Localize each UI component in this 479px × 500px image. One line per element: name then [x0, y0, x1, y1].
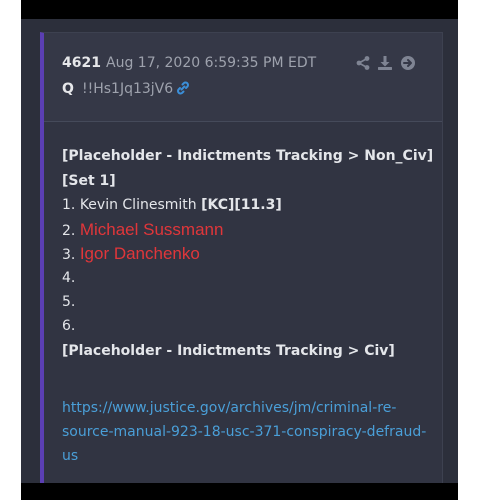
item-number: 4. [62, 270, 76, 286]
justice-gov-link[interactable]: https://www.justice.gov/archives/jm/crim… [62, 396, 432, 468]
list-item: 2. Michael Sussmann [62, 220, 223, 240]
post-number[interactable]: 4621 [62, 55, 101, 71]
download-icon[interactable] [377, 55, 393, 75]
heading-non-civ: [Placeholder - Indictments Tracking > No… [62, 148, 434, 164]
list-item: 5. [62, 294, 75, 310]
item-number: 3. [62, 247, 76, 263]
list-item: 3. Igor Danchenko [62, 244, 200, 264]
item-name-highlighted: Igor Danchenko [79, 244, 200, 263]
item-number: 2. [62, 223, 76, 239]
post-timestamp: Aug 17, 2020 6:59:35 PM EDT [106, 55, 317, 71]
item-number: 6. [62, 318, 76, 334]
screenshot-frame: 4621 Aug 17, 2020 6:59:35 PM EDT Q !!Hs1… [21, 0, 458, 500]
post-tripcode: !!Hs1Jq13jV6 [82, 81, 174, 97]
link-line[interactable]: https://www.justice.gov/archives/jm/crim… [62, 396, 432, 420]
list-item: 1. Kevin Clinesmith [KC][11.3] [62, 197, 282, 213]
item-tag: [KC][11.3] [201, 197, 282, 213]
post-header: 4621 Aug 17, 2020 6:59:35 PM EDT Q !!Hs1… [44, 33, 442, 122]
bottom-black-bar [21, 483, 458, 500]
list-item: 4. [62, 270, 75, 286]
link-line[interactable]: us [62, 444, 432, 468]
link-line[interactable]: source-manual-923-18-usc-371-conspiracy-… [62, 420, 432, 444]
link-icon[interactable] [175, 80, 191, 100]
list-item: 6. [62, 318, 75, 334]
item-number: 5. [62, 294, 76, 310]
set-label: [Set 1] [62, 173, 116, 189]
share-icon[interactable] [355, 55, 371, 75]
item-name: Kevin Clinesmith [79, 197, 197, 213]
heading-civ: [Placeholder - Indictments Tracking > Ci… [62, 343, 395, 359]
item-name-highlighted: Michael Sussmann [79, 220, 224, 239]
item-number: 1. [62, 197, 76, 213]
post-author: Q [62, 81, 74, 97]
top-black-bar [21, 0, 458, 19]
post-card: 4621 Aug 17, 2020 6:59:35 PM EDT Q !!Hs1… [40, 32, 443, 485]
arrow-circle-right-icon[interactable] [400, 55, 416, 75]
